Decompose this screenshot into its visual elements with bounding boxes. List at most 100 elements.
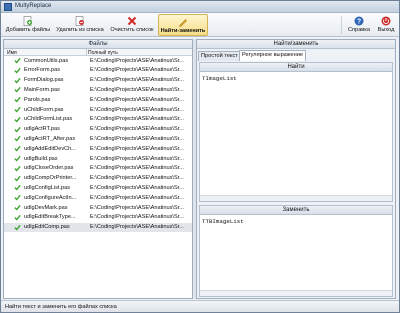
table-row[interactable]: udlgConfigList.pas E:\Coding\Projects\ASE… (4, 183, 192, 193)
file-name: udlgConfigList.pas (24, 184, 71, 191)
file-name: FormDialog.pas (24, 77, 64, 84)
files-panel-title: Файлы (4, 40, 192, 49)
checkmark-icon (14, 77, 21, 84)
file-path: E:\Coding\Projects\ASE\Anatinus\Sr... (90, 224, 184, 231)
find-replace-title: Найти/заменить (197, 40, 395, 49)
find-replace-label: Найти-заменить (160, 28, 206, 34)
file-path: E:\Coding\Projects\ASE\Anatinus\Sr... (90, 126, 184, 133)
replace-text-input[interactable]: TTBImageList (202, 218, 244, 225)
table-row[interactable]: udlgCompOrPrinter... E:\Coding\Projects\A… (4, 174, 192, 184)
file-path: E:\Coding\Projects\ASE\Anatinus\Sr... (90, 184, 184, 191)
checkmark-icon (14, 87, 21, 93)
table-row[interactable]: udlgConfigureActIn... E:\Coding\Projects\… (4, 193, 192, 203)
checkmark-icon (14, 204, 21, 211)
file-path: E:\Coding\Projects\ASE\Anatinus\Sr... (90, 135, 184, 142)
table-row[interactable]: ErrorForm.pas E:\Coding\Projects\ASE\Anat… (4, 66, 192, 76)
table-row[interactable]: MainForm.pas E:\Coding\Projects\ASE\Anati… (4, 85, 192, 95)
remove-from-list-button[interactable]: Удалить из списка (55, 14, 105, 36)
toolbar-separator (341, 16, 342, 34)
exit-button[interactable]: Выход (374, 14, 398, 36)
replace-scrollbar[interactable] (200, 290, 392, 296)
help-icon: ? (354, 16, 364, 26)
remove-file-icon (75, 16, 84, 26)
checkmark-icon (14, 126, 21, 133)
table-row[interactable]: udlgEditComp.pas E:\Coding\Projects\ASE\A… (4, 222, 192, 233)
mode-tabs: Простой текст Регулярное выражение (197, 50, 395, 61)
table-row[interactable]: udlgActRT.pas E:\Coding\Projects\ASE\Anat… (4, 125, 192, 135)
file-name: CommonUtils.pas (24, 57, 69, 64)
svg-text:?: ? (357, 19, 361, 26)
file-path: E:\Coding\Projects\ASE\Anatinus\Sr... (90, 175, 184, 182)
file-path: E:\Coding\Projects\ASE\Anatinus\Sr... (90, 86, 184, 93)
column-divider[interactable] (86, 49, 87, 56)
checkmark-icon (14, 214, 21, 221)
find-header: Найти (200, 63, 392, 72)
toolbar: Добавить файлы Удалить из списка Очистит… (1, 13, 399, 37)
file-name: ErrorForm.pas (24, 67, 61, 74)
checkmark-icon (14, 155, 21, 162)
table-row[interactable]: CommonUtils.pas E:\Coding\Projects\ASE\An… (4, 56, 192, 66)
add-files-button[interactable]: Добавить файлы (3, 14, 53, 36)
table-row[interactable]: udlgEditBreakType... E:\Coding\Projects\A… (4, 213, 192, 223)
window-title: MultyReplace (15, 3, 52, 9)
checkmark-icon (14, 67, 21, 74)
file-name: uChildFormList.pas (24, 116, 73, 123)
clear-list-label: Очистить список (110, 27, 154, 33)
table-row[interactable]: Parols.pas E:\Coding\Projects\ASE\Anatinu… (4, 95, 192, 105)
remove-from-list-label: Удалить из списка (56, 27, 104, 33)
file-name: udlgEditComp.pas (24, 224, 70, 231)
replace-box: Заменить TTBImageList (199, 205, 393, 297)
table-row[interactable]: udlgDevMark.pas E:\Coding\Projects\ASE\An… (4, 203, 192, 213)
file-name: Parols.pas (24, 96, 51, 103)
files-panel: Файлы Имя Полный путь CommonUtils.pas E:\… (3, 39, 193, 299)
find-text-input[interactable]: TImageList (202, 75, 237, 82)
checkmark-icon (14, 185, 21, 191)
file-path: E:\Coding\Projects\ASE\Anatinus\Sr... (90, 57, 184, 64)
table-row[interactable]: udlgCloseOrder.pas E:\Coding\Projects\ASE… (4, 164, 192, 174)
file-name: udlgCloseOrder.pas (24, 165, 74, 172)
checkmark-icon (14, 146, 21, 152)
table-row[interactable]: uChildForm.pas E:\Coding\Projects\ASE\Ana… (4, 105, 192, 115)
clear-x-icon (127, 16, 137, 26)
help-label: Справка (348, 27, 370, 33)
tab-plain-text[interactable]: Простой текст (198, 51, 241, 61)
checkmark-icon (14, 136, 21, 142)
file-name: udlgDevMark.pas (24, 204, 68, 211)
checkmark-icon (14, 116, 21, 123)
table-row[interactable]: udlgActRT_After.pas E:\Coding\Projects\AS… (4, 134, 192, 144)
file-name: udlgActRT.pas (24, 126, 60, 133)
checkmark-icon (14, 195, 21, 201)
file-path: E:\Coding\Projects\ASE\Anatinus\Sr... (90, 165, 184, 172)
status-text: Найти текст и заменить его файлах списка (5, 304, 117, 310)
add-files-label: Добавить файлы (5, 27, 51, 33)
file-list-header: Имя Полный путь (4, 49, 192, 56)
file-path: E:\Coding\Projects\ASE\Anatinus\Sr... (90, 194, 184, 201)
find-replace-panel: Найти/заменить Простой текст Регулярное … (196, 39, 396, 299)
table-row[interactable]: udlgBuild.pas E:\Coding\Projects\ASE\Anat… (4, 154, 192, 164)
file-name: udlgConfigureActIn... (24, 194, 77, 201)
file-path: E:\Coding\Projects\ASE\Anatinus\Sr... (90, 204, 184, 211)
clear-list-button[interactable]: Очистить список (109, 14, 155, 36)
title-bar: MultyReplace (1, 1, 399, 13)
find-scrollbar[interactable] (200, 195, 392, 201)
file-name: udlgEditBreakType... (24, 214, 76, 221)
file-path: E:\Coding\Projects\ASE\Anatinus\Sr... (90, 155, 184, 162)
file-path: E:\Coding\Projects\ASE\Anatinus\Sr... (90, 96, 184, 103)
file-name: uChildForm.pas (24, 106, 64, 113)
checkmark-icon (14, 106, 21, 113)
add-file-icon (23, 16, 32, 26)
find-box: Найти TImageList (199, 62, 393, 202)
replace-header: Заменить (200, 206, 392, 215)
exit-icon (381, 16, 391, 26)
table-row[interactable]: FormDialog.pas E:\Coding\Projects\ASE\Ana… (4, 76, 192, 86)
table-row[interactable]: uChildFormList.pas E:\Coding\Projects\ASE… (4, 115, 192, 125)
file-path: E:\Coding\Projects\ASE\Anatinus\Sr... (90, 77, 184, 84)
checkmark-icon (14, 57, 21, 64)
file-list[interactable]: CommonUtils.pas E:\Coding\Projects\ASE\An… (4, 56, 192, 300)
tab-regex[interactable]: Регулярное выражение (239, 50, 306, 61)
help-button[interactable]: ? Справка (345, 14, 373, 36)
find-replace-button[interactable]: Найти-заменить (158, 14, 208, 36)
table-row[interactable]: udlgAddEditDevCh... E:\Coding\Projects\AS… (4, 144, 192, 154)
file-path: E:\Coding\Projects\ASE\Anatinus\Sr... (90, 214, 184, 221)
exit-label: Выход (377, 27, 395, 33)
